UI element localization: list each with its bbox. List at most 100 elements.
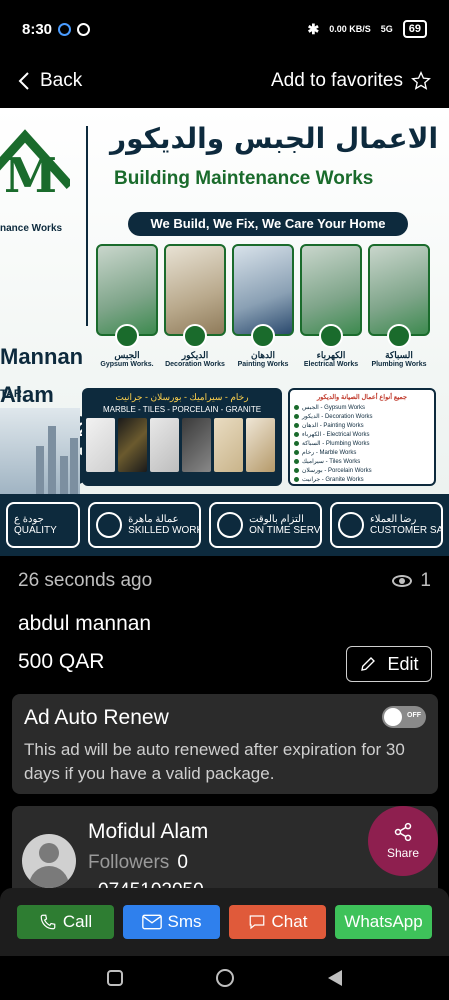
star-icon [411,71,431,90]
auto-renew-description: This ad will be auto renewed after expir… [24,740,405,783]
status-time: 8:30 [22,20,53,38]
chevron-left-icon [18,72,29,90]
chat-bubble-icon [249,915,264,930]
sms-label: Sms [167,912,202,931]
service-icon [251,324,275,348]
service-photo [300,244,362,336]
share-icon [394,822,412,842]
list-item: الديكور - Decoration Works [294,412,430,421]
service-icon [183,324,207,348]
marble-panel: رخام - سيراميك - بورسلان - جرانيت MARBLE… [82,388,282,486]
marble-tile [86,418,115,472]
battery-icon: 69 [402,20,427,38]
edit-label: Edit [387,653,419,674]
auto-renew-card: Ad Auto Renew This ad will be auto renew… [12,694,438,794]
net-speed: 0.00 KB/S [329,24,371,34]
bluetooth-icon: ✱ [307,20,320,37]
recents-icon[interactable] [106,970,123,986]
list-item: الجبس - Gypsum Works [294,403,430,412]
works-list-title: جميع أنواع أعمال الصيانة والديكور [316,394,408,401]
chat-label: Chat [271,912,308,931]
service-en: Plumbing Works [371,361,427,368]
home-icon[interactable] [216,969,235,987]
marble-ar: رخام - سيراميك - بورسلان - جرانيت [115,392,249,402]
list-item: الدهان - Painting Works [294,421,430,430]
whatsapp-label: WhatsApp [344,912,423,931]
thumbs-up-icon [338,512,365,538]
feature-satisfaction: رضا العملاءCUSTOMER SATISFA [330,502,443,548]
service-photo [96,244,158,336]
back-button[interactable]: Back [18,70,82,92]
service-ar: الدهان [250,350,276,360]
call-label: Call [62,912,93,931]
toggle-knob [384,708,402,726]
check-icon [294,477,299,482]
works-list: جميع أنواع أعمال الصيانة والديكور الجبس … [288,388,436,486]
avatar [22,834,76,888]
marble-tiles [86,418,278,472]
divider [86,126,88,326]
listing-price: 500 QAR [18,650,105,673]
worker-icon [96,512,123,538]
check-icon [294,468,299,473]
call-button[interactable]: Call [17,905,114,939]
back-label: Back [40,70,83,91]
auto-renew-toggle[interactable]: OFF [382,706,426,728]
whatsapp-notification-icon [77,22,91,36]
logo-letter: M [4,148,58,204]
feature-quality: جودة ع QUALITY [6,502,81,548]
service-icon [387,324,411,348]
chat-button[interactable]: Chat [229,905,326,939]
service-en: Electrical Works [303,361,359,368]
list-item: بورسلان - Porcelain Works [294,466,430,475]
toggle-state: OFF [407,712,421,719]
top-bar: Back Add to favorites [0,58,449,104]
favorites-label: Add to favorites [270,70,403,91]
add-to-favorites-button[interactable]: Add to favorites [271,70,431,92]
service-photo [232,244,294,336]
banner-name-line1: Mannan [0,344,84,369]
list-item: السباكة - Plumbing Works [294,439,430,448]
service-en: Painting Works [237,361,289,368]
sms-button[interactable]: Sms [123,905,220,939]
listing-image[interactable]: M nance Works الاعمال الجبس والديكور Bui… [0,108,449,556]
pencil-icon [361,657,376,671]
listing-title: abdul mannan [18,612,152,635]
features-strip: جودة عQUALITY عمالة ماهرةSKILLED WORKERS… [0,494,449,556]
share-label: Share [386,846,420,860]
check-icon [294,423,299,428]
auto-renew-title: Ad Auto Renew [24,706,169,729]
banner-qatar-label: TAR [0,388,22,400]
service-photo [164,244,226,336]
phone-icon [40,914,56,930]
service-icon [115,324,139,348]
service-ar: الديكور [181,350,209,360]
feature-skilled-workers: عمالة ماهرةSKILLED WORKERS [88,502,202,548]
feature-on-time: التزام بالوقتON TIME SERVICE [209,502,323,548]
service-item: الديكور Decoration Works [164,244,226,368]
system-nav-bar [0,956,449,1000]
banner-slogan: We Build, We Fix, We Care Your Home [128,212,408,236]
eye-icon [392,575,413,587]
service-item: الجبس Gypsum Works. [96,244,158,368]
followers-count: 0 [177,852,188,873]
service-ar: الجبس [114,350,140,360]
back-triangle-icon[interactable] [328,970,343,986]
service-en: Gypsum Works. [100,361,154,368]
service-item: الكهرباء Electrical Works [300,244,362,368]
service-item: الدهان Painting Works [232,244,294,368]
check-icon [294,441,299,446]
whatsapp-button[interactable]: WhatsApp [335,905,432,939]
list-item: الكهرباء - Electrical Works [294,430,430,439]
check-icon [294,450,299,455]
banner-title-en: Building Maintenance Works [114,168,374,189]
status-bar: 8:30 ✱ 0.00 KB/S 5G 69 [0,0,449,58]
banner-title-ar: الاعمال الجبس والديكور [110,122,439,155]
edit-button[interactable]: Edit [346,646,432,682]
clock-icon [217,512,244,538]
check-icon [294,414,299,419]
service-item: السباكة Plumbing Works [368,244,430,368]
share-button[interactable]: Share [368,806,438,876]
check-icon [294,405,299,410]
service-en: Decoration Works [165,361,225,368]
